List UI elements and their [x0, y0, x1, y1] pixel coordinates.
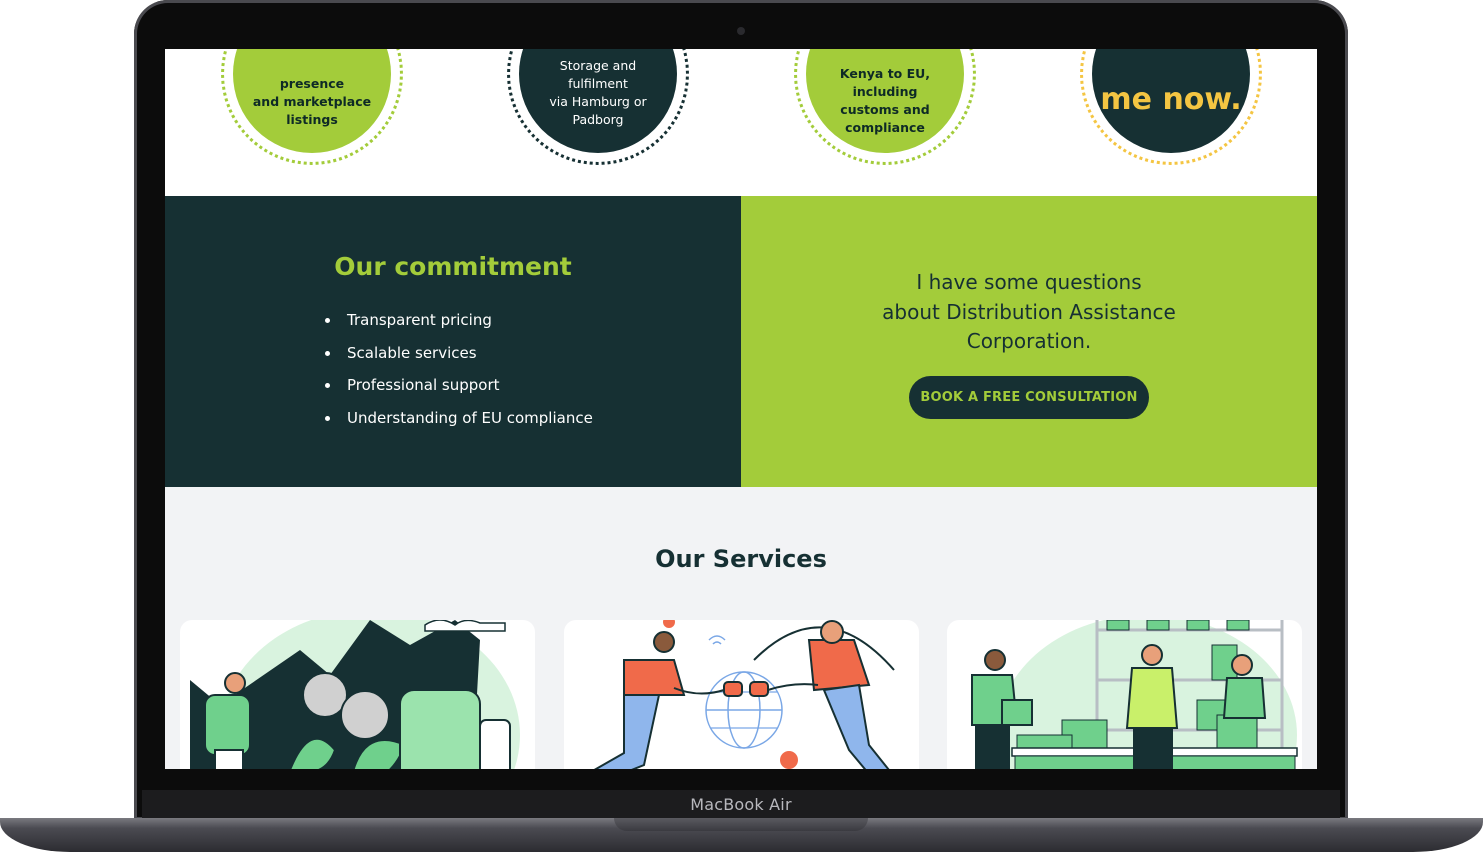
service-card-2[interactable] [564, 620, 919, 769]
growth-illustration [190, 620, 520, 769]
commitment-section: Our commitment Transparent pricing Scala… [165, 196, 741, 487]
device-label: MacBook Air [690, 794, 792, 814]
camera-icon [737, 27, 745, 35]
commitment-item: Understanding of EU compliance [325, 402, 593, 435]
feature-circle-storage: Storage and fulfilment via Hamburg or Pa… [507, 49, 689, 165]
browser-viewport: presence and marketplace listings Storag… [165, 49, 1317, 769]
feature-circle-customs: Kenya to EU, including customs and compl… [794, 49, 976, 165]
feature-circle-contact[interactable]: me now. [1080, 49, 1262, 165]
laptop-bezel: MacBook Air [142, 790, 1340, 818]
commitment-item: Transparent pricing [325, 304, 593, 337]
commitment-list: Transparent pricing Scalable services Pr… [325, 304, 593, 434]
laptop-notch [614, 818, 868, 831]
warehouse-illustration [971, 620, 1298, 769]
commitment-title: Our commitment [334, 252, 572, 281]
book-consultation-button[interactable]: BOOK A FREE CONSULTATION [909, 376, 1149, 419]
commitment-item: Professional support [325, 369, 593, 402]
feature-text: Kenya to EU, including customs and compl… [839, 66, 931, 135]
feature-cta-text: me now. [1100, 82, 1242, 117]
services-section: Our Services [165, 487, 1317, 769]
services-title: Our Services [655, 545, 827, 573]
questions-section: I have some questions about Distribution… [741, 196, 1317, 487]
feature-circles: presence and marketplace listings Storag… [165, 49, 1317, 196]
service-card-3[interactable] [947, 620, 1302, 769]
commitment-item: Scalable services [325, 337, 593, 370]
feature-text: Storage and fulfilment via Hamburg or Pa… [549, 58, 647, 127]
feature-text: presence and marketplace listings [252, 76, 372, 127]
service-card-1[interactable] [180, 620, 535, 769]
feature-circle-marketplace: presence and marketplace listings [221, 49, 403, 165]
questions-text: I have some questions about Distribution… [882, 270, 1176, 353]
connection-illustration [593, 620, 895, 769]
